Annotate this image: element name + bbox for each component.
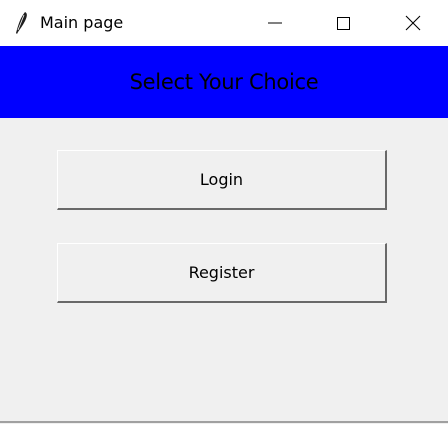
title-bar[interactable]: Main page [0, 0, 448, 46]
close-icon [405, 15, 421, 31]
close-button[interactable] [390, 0, 436, 46]
maximize-icon [337, 17, 350, 30]
window-bottom-border [0, 421, 448, 423]
maximize-button[interactable] [320, 0, 366, 46]
header-banner: Select Your Choice [0, 46, 448, 118]
register-button[interactable]: Register [57, 243, 387, 303]
banner-title: Select Your Choice [129, 70, 319, 94]
feather-icon [12, 10, 32, 36]
login-button[interactable]: Login [57, 150, 387, 210]
minimize-button[interactable] [252, 0, 298, 46]
window-title: Main page [40, 13, 124, 32]
minimize-icon [268, 22, 282, 24]
